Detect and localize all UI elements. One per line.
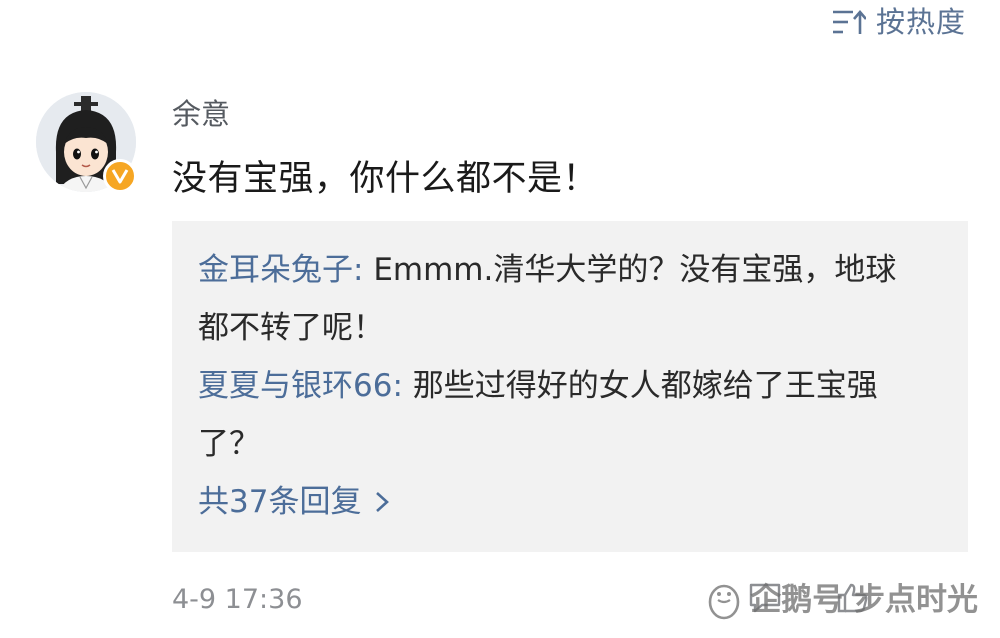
comment-timestamp: 4-9 17:36	[172, 584, 303, 615]
sort-label: 按热度	[875, 5, 966, 39]
chevron-right-icon	[375, 491, 390, 513]
reply-item[interactable]: 金耳朵兔子: Emmm.清华大学的？没有宝强，地球都不转了呢！	[198, 241, 898, 357]
reply-preview-box: 金耳朵兔子: Emmm.清华大学的？没有宝强，地球都不转了呢！ 夏夏与银环66:…	[172, 221, 968, 552]
sort-by-popularity-button[interactable]: 按热度	[832, 2, 966, 42]
sort-lines-icon	[832, 9, 866, 35]
reply-separator: :	[353, 252, 374, 288]
comment-actions	[748, 582, 870, 614]
view-all-replies-link[interactable]: 共37条回复	[198, 473, 390, 531]
comment-text: 没有宝强，你什么都不是！	[172, 159, 599, 199]
reply-author[interactable]: 金耳朵兔子	[198, 252, 353, 288]
comment-username[interactable]: 余意	[172, 94, 230, 134]
like-icon[interactable]	[836, 582, 870, 614]
reply-separator: :	[392, 368, 413, 404]
penguin-icon	[706, 580, 742, 620]
reply-item[interactable]: 夏夏与银环66: 那些过得好的女人都嫁给了王宝强了？	[198, 357, 898, 473]
verified-v-badge	[103, 159, 137, 193]
reply-author[interactable]: 夏夏与银环66	[198, 368, 392, 404]
comment-icon[interactable]	[748, 582, 782, 614]
more-replies-label: 共37条回复	[198, 484, 362, 520]
